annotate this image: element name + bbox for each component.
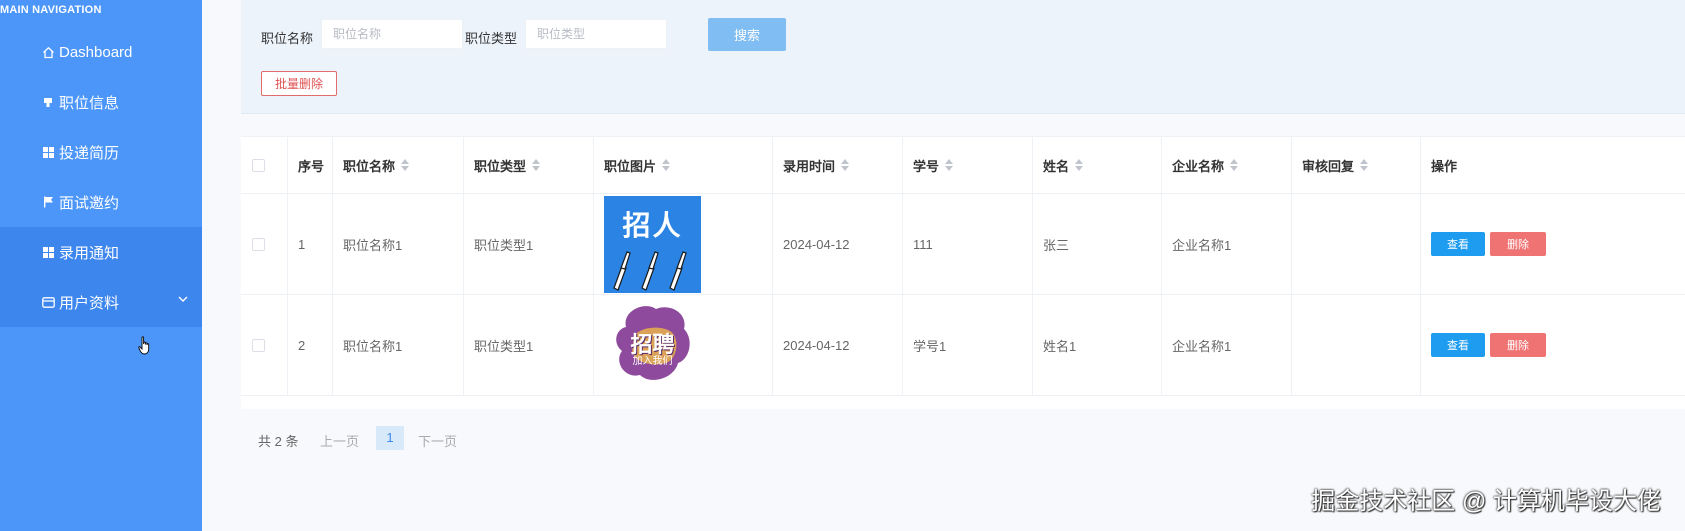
home-icon xyxy=(40,46,56,59)
chevron-down-icon[interactable] xyxy=(178,294,188,304)
sidebar-item-resume[interactable]: 投递简历 xyxy=(0,127,202,177)
prev-page-button[interactable]: 上一页 xyxy=(320,431,359,450)
cell-company: 企业名称1 xyxy=(1162,194,1292,294)
cell-actions: 查看 删除 xyxy=(1421,194,1685,294)
header-job-name[interactable]: 职位名称 xyxy=(333,137,464,193)
next-page-button[interactable]: 下一页 xyxy=(418,431,457,450)
grid-icon xyxy=(40,246,56,258)
cell-actions: 查看 删除 xyxy=(1421,295,1685,395)
sort-icon[interactable] xyxy=(1360,159,1369,171)
cell-job-name: 职位名称1 xyxy=(333,194,464,294)
job-type-input[interactable] xyxy=(525,19,667,49)
sort-icon[interactable] xyxy=(841,159,850,171)
select-all-checkbox[interactable] xyxy=(252,158,265,172)
cell-hire-time: 2024-04-12 xyxy=(773,194,903,294)
job-type-label: 职位类型 xyxy=(465,31,518,46)
hand-cursor-icon xyxy=(138,336,150,355)
header-index: 序号 xyxy=(288,137,333,193)
cell-company: 企业名称1 xyxy=(1162,295,1292,395)
cell-job-image: 招聘 加入我们 xyxy=(594,295,773,395)
job-image-hire[interactable]: 招人 xyxy=(604,195,701,293)
header-company[interactable]: 企业名称 xyxy=(1162,137,1292,193)
sort-icon[interactable] xyxy=(1230,159,1239,171)
cell-student-id: 学号1 xyxy=(903,295,1033,395)
row-select-cell xyxy=(241,194,288,294)
table-row: 2 职位名称1 职位类型1 招聘 加入我们 2024-04-12 学号1 姓名1… xyxy=(241,295,1685,396)
table-row: 1 职位名称1 职位类型1 招人 2024-04-12 111 张三 企业名称1… xyxy=(241,194,1685,295)
pointing-hands-icon xyxy=(613,250,687,291)
watermark: 掘金技术社区 @ 计算机毕设大佬 xyxy=(1311,488,1661,515)
sort-icon[interactable] xyxy=(532,159,541,171)
cell-index: 2 xyxy=(288,295,333,395)
header-job-type[interactable]: 职位类型 xyxy=(464,137,594,193)
flag-icon xyxy=(40,196,56,208)
sort-icon[interactable] xyxy=(945,159,954,171)
cell-hire-time: 2024-04-12 xyxy=(773,295,903,395)
header-actions: 操作 xyxy=(1431,158,1458,174)
sort-icon[interactable] xyxy=(401,159,410,171)
view-button[interactable]: 查看 xyxy=(1431,232,1485,256)
delete-button[interactable]: 删除 xyxy=(1490,232,1546,256)
nav-header: MAIN NAVIGATION xyxy=(0,4,102,16)
header-reply[interactable]: 审核回复 xyxy=(1292,137,1421,193)
select-all-cell xyxy=(241,137,288,193)
batch-delete-button[interactable]: 批量删除 xyxy=(261,71,337,96)
delete-button[interactable]: 删除 xyxy=(1490,333,1546,357)
cell-job-name: 职位名称1 xyxy=(333,295,464,395)
row-select-cell xyxy=(241,295,288,395)
sidebar-item-dashboard[interactable]: Dashboard xyxy=(0,27,202,77)
cell-job-type: 职位类型1 xyxy=(464,194,594,294)
header-name[interactable]: 姓名 xyxy=(1033,137,1162,193)
sidebar-item-label: 用户资料 xyxy=(59,294,120,312)
sidebar-item-label: 投递简历 xyxy=(59,144,120,162)
grid-icon xyxy=(40,146,56,158)
cell-index: 1 xyxy=(288,194,333,294)
cell-name: 姓名1 xyxy=(1033,295,1162,395)
recruit-badge-subtext: 加入我们 xyxy=(632,355,673,367)
pagination-total: 共 2 条 xyxy=(258,434,299,449)
view-button[interactable]: 查看 xyxy=(1431,333,1485,357)
cell-reply xyxy=(1292,194,1421,294)
sidebar-item-user-profile[interactable]: 用户资料 xyxy=(0,277,220,327)
row-checkbox[interactable] xyxy=(252,338,265,352)
search-panel: 职位名称 职位类型 搜索 批量删除 xyxy=(241,0,1685,114)
row-checkbox[interactable] xyxy=(252,237,265,251)
search-button[interactable]: 搜索 xyxy=(708,18,786,51)
cell-job-image: 招人 xyxy=(594,194,773,294)
sidebar-item-label: 录用通知 xyxy=(59,244,120,262)
sidebar-item-offer[interactable]: 录用通知 xyxy=(0,227,220,277)
cell-reply xyxy=(1292,295,1421,395)
sidebar: MAIN NAVIGATION Dashboard 职位信息 投递简历 面试邀约… xyxy=(0,0,220,531)
data-table: 序号 职位名称 职位类型 职位图片 录用时间 学号 姓名 企业名称 审核回复 操… xyxy=(241,136,1685,409)
cell-student-id: 111 xyxy=(903,194,1033,294)
header-student-id[interactable]: 学号 xyxy=(903,137,1033,193)
sidebar-item-label: 职位信息 xyxy=(59,94,120,112)
main-content: 职位名称 职位类型 搜索 批量删除 序号 职位名称 职位类型 职位图片 录用时间… xyxy=(202,0,1685,531)
sidebar-item-job-info[interactable]: 职位信息 xyxy=(0,77,202,127)
sort-icon[interactable] xyxy=(662,159,671,171)
cell-job-type: 职位类型1 xyxy=(464,295,594,395)
page-1-button[interactable]: 1 xyxy=(376,426,404,450)
table-header-row: 序号 职位名称 职位类型 职位图片 录用时间 学号 姓名 企业名称 审核回复 操… xyxy=(241,137,1685,194)
cell-name: 张三 xyxy=(1033,194,1162,294)
header-job-image[interactable]: 职位图片 xyxy=(594,137,773,193)
card-icon xyxy=(40,296,56,308)
header-hire-time[interactable]: 录用时间 xyxy=(773,137,903,193)
job-name-input[interactable] xyxy=(321,19,463,49)
sidebar-item-label: 面试邀约 xyxy=(59,194,120,212)
sidebar-item-interview[interactable]: 面试邀约 xyxy=(0,177,202,227)
tag-icon xyxy=(40,97,56,108)
job-image-recruit[interactable]: 招聘 加入我们 xyxy=(604,296,701,394)
job-name-label: 职位名称 xyxy=(261,31,314,46)
sort-icon[interactable] xyxy=(1075,159,1084,171)
sidebar-item-label: Dashboard xyxy=(59,43,133,61)
